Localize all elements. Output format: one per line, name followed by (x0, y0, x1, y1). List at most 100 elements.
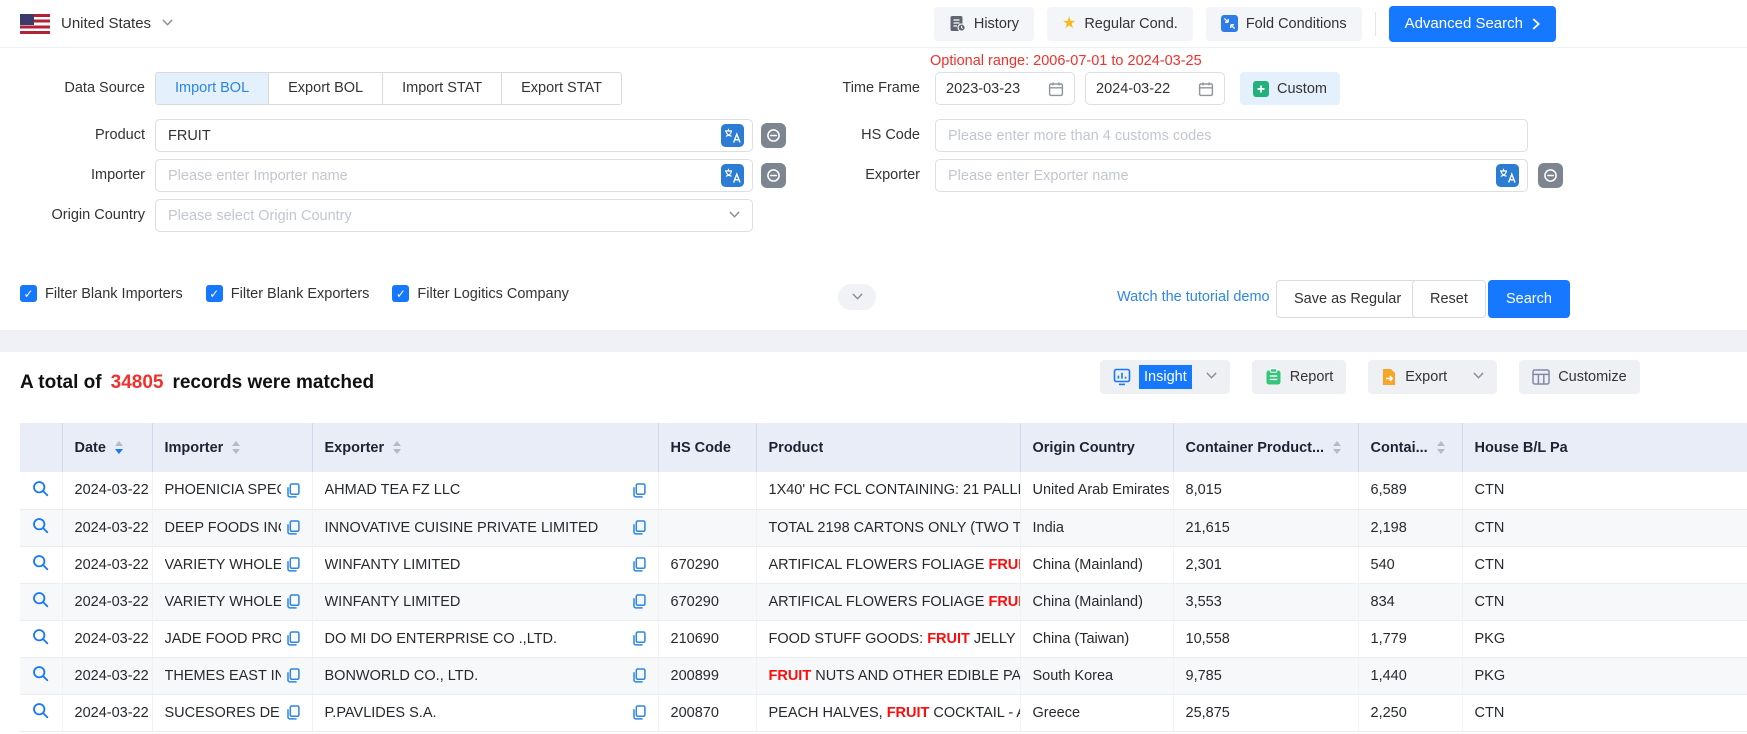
fold-conditions-button[interactable]: Fold Conditions (1206, 7, 1362, 41)
row-importer: THEMES EAST INC. (152, 657, 312, 694)
search-button[interactable]: Search (1488, 280, 1570, 318)
row-detail-search-icon[interactable] (20, 472, 62, 509)
copy-icon[interactable] (287, 668, 300, 683)
data-source-tab[interactable]: Import BOL (156, 73, 269, 104)
row-product: FOOD STUFF GOODS: FRUIT JELLY (SQ (756, 620, 1020, 657)
sort-control[interactable] (1333, 441, 1341, 454)
column-header-importer[interactable]: Importer (152, 423, 312, 472)
row-detail-search-icon[interactable] (20, 546, 62, 583)
chevron-down-icon[interactable] (1473, 369, 1484, 385)
us-flag-icon (20, 14, 50, 34)
start-date-input[interactable]: 2023-03-23 (935, 72, 1075, 105)
translate-icon[interactable] (721, 164, 744, 187)
export-button[interactable]: Export (1368, 360, 1497, 394)
row-exporter-text: INNOVATIVE CUISINE PRIVATE LIMITED (325, 520, 599, 536)
copy-icon[interactable] (633, 705, 646, 720)
data-source-tab[interactable]: Import STAT (383, 73, 502, 104)
copy-icon[interactable] (633, 594, 646, 609)
time-frame-label: Time Frame (770, 72, 920, 104)
country-selector[interactable]: United States (20, 14, 173, 34)
row-house-bl: PKG (1462, 657, 1747, 694)
exporter-input[interactable] (948, 168, 1496, 184)
copy-icon[interactable] (633, 520, 646, 535)
tutorial-link[interactable]: Watch the tutorial demo (1117, 289, 1270, 305)
copy-icon[interactable] (633, 668, 646, 683)
history-button[interactable]: History (934, 7, 1034, 41)
data-source-tab[interactable]: Export BOL (269, 73, 383, 104)
customize-button[interactable]: Customize (1519, 360, 1640, 394)
column-header-date[interactable]: Date (62, 423, 152, 472)
importer-label: Importer (0, 159, 145, 191)
column-header-ccount[interactable]: Contai... (1358, 423, 1462, 472)
row-importer: DEEP FOODS INC (152, 509, 312, 546)
fold-conditions-icon (1221, 15, 1238, 32)
keyword-highlight: FRUIT (988, 557, 1020, 573)
row-exporter-text: BONWORLD CO., LTD. (325, 668, 479, 684)
filter-checkbox[interactable]: ✓Filter Logitics Company (392, 285, 569, 302)
save-as-regular-button[interactable]: Save as Regular (1276, 280, 1419, 318)
row-detail-search-icon[interactable] (20, 657, 62, 694)
row-hs-code (658, 509, 756, 546)
translate-icon[interactable] (721, 124, 744, 147)
copy-icon[interactable] (633, 557, 646, 572)
row-hs-code (658, 472, 756, 509)
row-container-count: 1,440 (1358, 657, 1462, 694)
reset-button[interactable]: Reset (1412, 280, 1486, 318)
sort-control[interactable] (1437, 441, 1445, 454)
custom-range-button[interactable]: Custom (1240, 72, 1340, 105)
sort-control[interactable] (232, 441, 240, 454)
column-label: House B/L Pa (1475, 440, 1568, 456)
table-body: 2024-03-22PHOENICIA SPECIAHMAD TEA FZ LL… (20, 472, 1747, 731)
row-detail-search-icon[interactable] (20, 509, 62, 546)
copy-icon[interactable] (287, 705, 300, 720)
row-detail-search-icon[interactable] (20, 620, 62, 657)
origin-country-select[interactable]: Please select Origin Country (155, 199, 753, 232)
translate-icon[interactable] (1496, 164, 1519, 187)
row-container-product: 9,785 (1173, 657, 1358, 694)
advanced-search-button[interactable]: Advanced Search (1389, 6, 1556, 42)
data-source-tab[interactable]: Export STAT (502, 73, 621, 104)
column-header-origin: Origin Country (1020, 423, 1173, 472)
copy-icon[interactable] (633, 631, 646, 646)
row-origin-country: India (1020, 509, 1173, 546)
hs-code-input[interactable] (948, 128, 1519, 144)
importer-input[interactable] (168, 168, 721, 184)
row-date: 2024-03-22 (62, 583, 152, 620)
product-input[interactable] (168, 128, 721, 144)
calendar-icon[interactable] (1048, 81, 1064, 97)
row-exporter: WINFANTY LIMITED (312, 583, 658, 620)
keyword-highlight: FRUIT (887, 705, 930, 721)
sort-control[interactable] (393, 441, 401, 454)
regular-cond-label: Regular Cond. (1084, 16, 1178, 32)
regular-cond-button[interactable]: ★ Regular Cond. (1047, 7, 1193, 41)
row-exporter-text: DO MI DO ENTERPRISE CO .,LTD. (325, 631, 558, 647)
filter-checkbox[interactable]: ✓Filter Blank Importers (20, 285, 183, 302)
row-house-bl: PKG (1462, 620, 1747, 657)
filter-checkbox[interactable]: ✓Filter Blank Exporters (206, 285, 370, 302)
collapse-panel-button[interactable] (838, 284, 876, 310)
exact-match-icon[interactable] (1538, 163, 1563, 188)
copy-icon[interactable] (287, 631, 300, 646)
exporter-input-wrap (935, 159, 1528, 192)
copy-icon[interactable] (287, 594, 300, 609)
copy-icon[interactable] (287, 557, 300, 572)
row-hs-code: 670290 (658, 546, 756, 583)
calendar-icon[interactable] (1198, 81, 1214, 97)
row-detail-search-icon[interactable] (20, 694, 62, 731)
chevron-down-icon[interactable] (1206, 369, 1217, 385)
row-detail-search-icon[interactable] (20, 583, 62, 620)
copy-icon[interactable] (287, 483, 300, 498)
copy-icon[interactable] (287, 520, 300, 535)
column-header-exporter[interactable]: Exporter (312, 423, 658, 472)
column-header-cproduct[interactable]: Container Product... (1173, 423, 1358, 472)
summary-suffix: records were matched (172, 372, 374, 394)
end-date-input[interactable]: 2024-03-22 (1085, 72, 1225, 105)
copy-icon[interactable] (633, 483, 646, 498)
row-date: 2024-03-22 (62, 509, 152, 546)
sort-control[interactable] (115, 441, 123, 454)
row-exporter: AHMAD TEA FZ LLC (312, 472, 658, 509)
row-product: PEACH HALVES, FRUIT COCKTAIL - AS (756, 694, 1020, 731)
row-product: FRUIT NUTS AND OTHER EDIBLE PART (756, 657, 1020, 694)
report-button[interactable]: Report (1252, 360, 1347, 394)
insight-button[interactable]: Insight (1100, 360, 1230, 394)
